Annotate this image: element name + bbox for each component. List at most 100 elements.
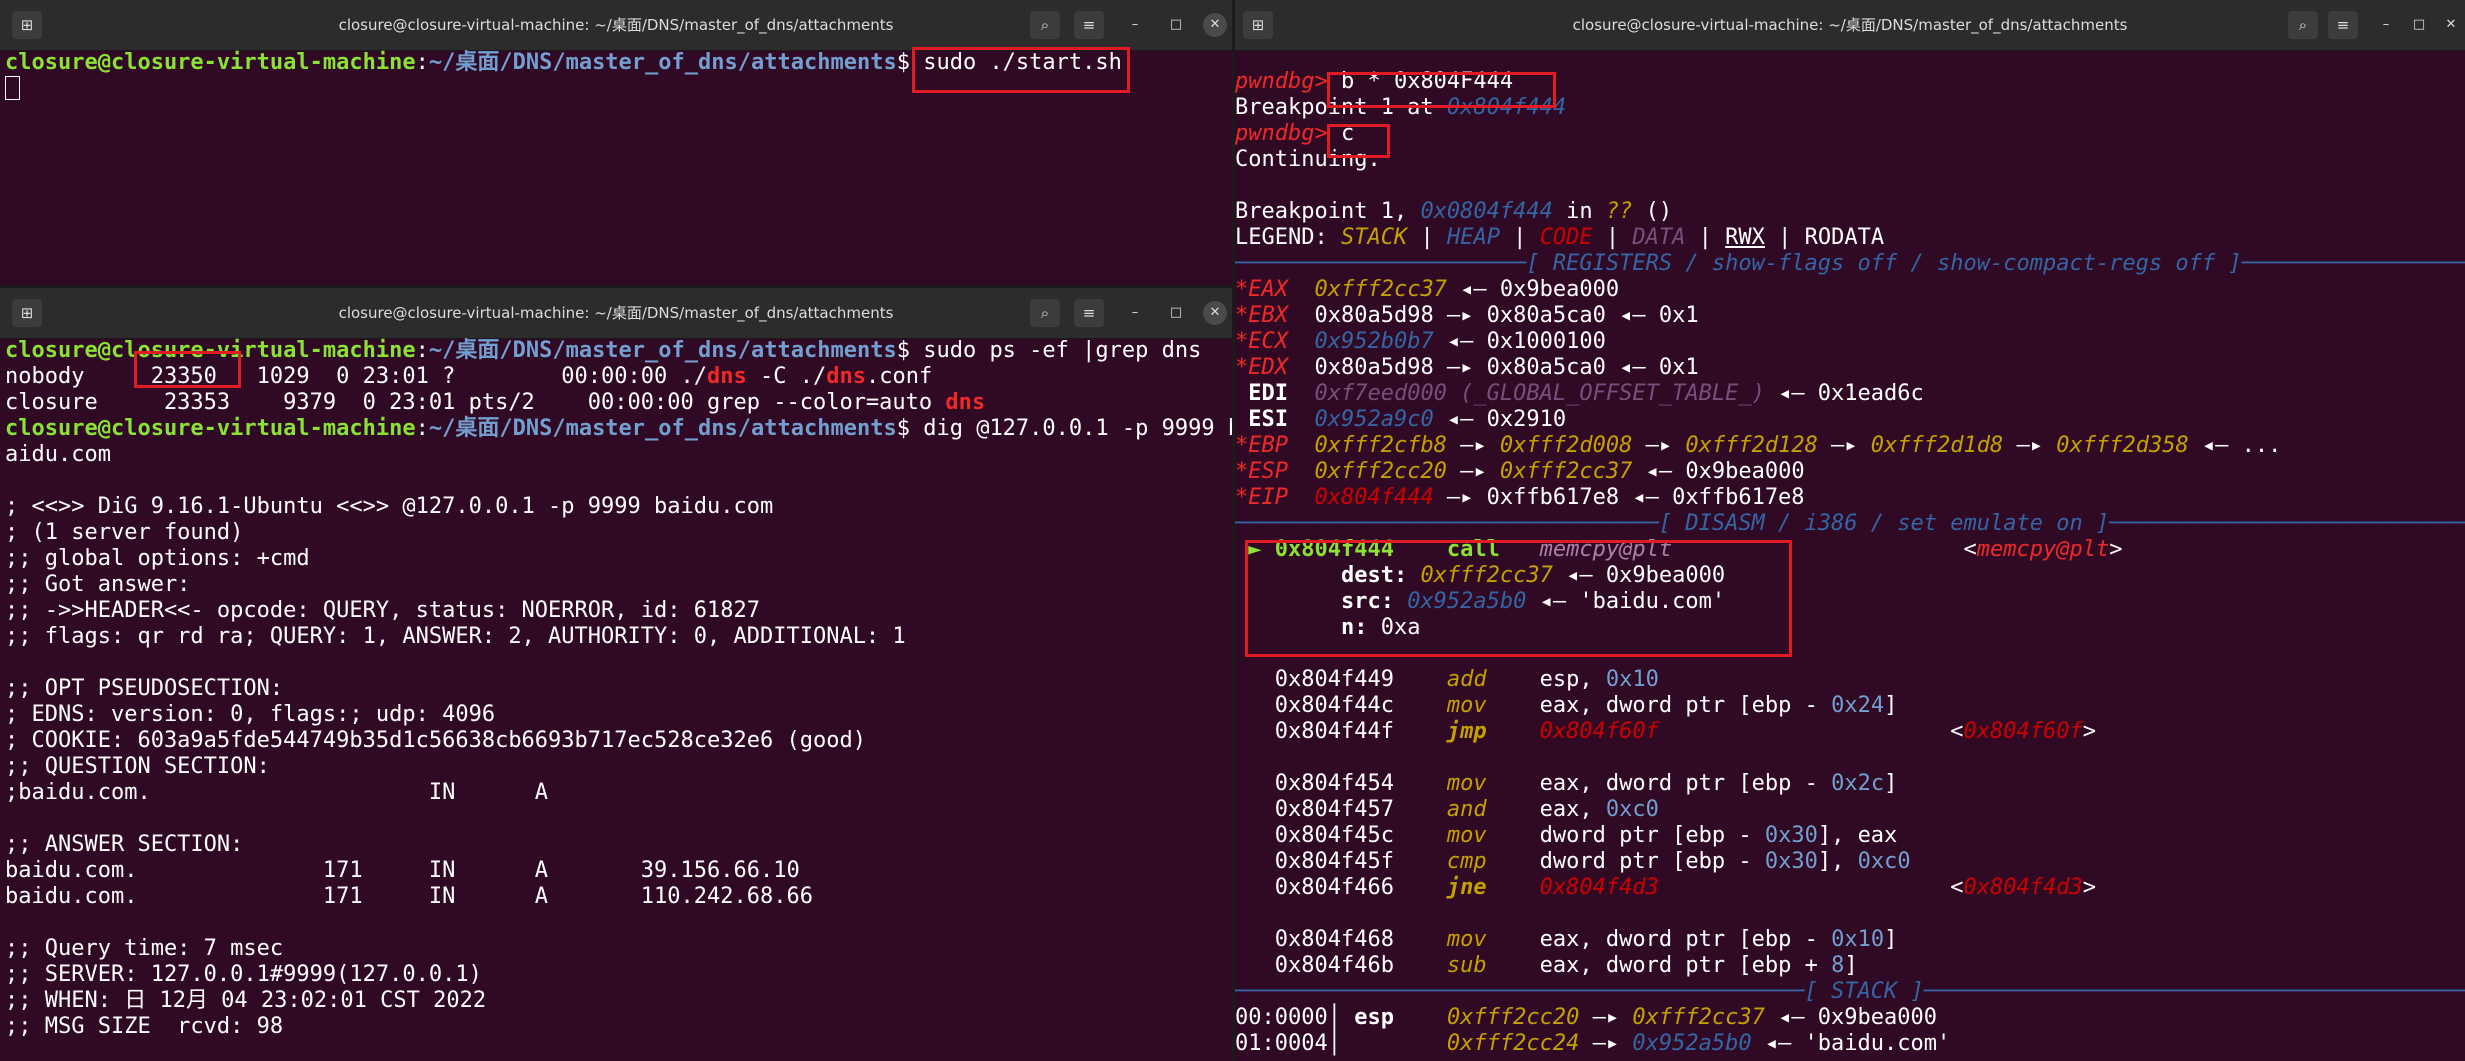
titlebar[interactable]: ⊞ closure@closure-virtual-machine: ~/桌面/… bbox=[1235, 0, 2465, 51]
minimize-icon[interactable]: – bbox=[1123, 301, 1147, 325]
dig-output: ; <<>> DiG 9.16.1-Ubuntu <<>> @127.0.0.1… bbox=[5, 494, 906, 1039]
pwndbg-segment: 0xfff2d008 bbox=[1499, 433, 1633, 458]
pwndbg-line: 0x804f44f jmp 0x804f60f <0x804f60f> bbox=[1235, 719, 2096, 744]
hamburger-menu-icon[interactable]: ≡ bbox=[1074, 11, 1104, 39]
pwndbg-segment: 0x804f44c bbox=[1235, 693, 1447, 718]
pwndbg-segment: ?? bbox=[1605, 199, 1633, 224]
close-icon[interactable]: ✕ bbox=[1203, 13, 1227, 37]
highlight-box-breakpoint-cmd bbox=[1327, 72, 1556, 108]
pwndbg-segment: - bbox=[1791, 693, 1832, 718]
dig-output-line: ;; MSG SIZE rcvd: 98 bbox=[5, 1014, 284, 1039]
pwndbg-segment: ebp bbox=[1751, 693, 1792, 718]
pwndbg-segment: —▸ bbox=[1579, 1031, 1633, 1056]
pwndbg-segment: *EIP bbox=[1235, 485, 1302, 510]
pwndbg-segment: 0x804f44f bbox=[1235, 719, 1447, 744]
pwndbg-segment: ebp bbox=[1685, 823, 1726, 848]
pwndbg-segment: 0x10 bbox=[1831, 927, 1885, 952]
pwndbg-segment: ◂— 0x1ead6c bbox=[1764, 381, 1924, 406]
titlebar[interactable]: ⊞ closure@closure-virtual-machine: ~/桌面/… bbox=[0, 288, 1232, 339]
pwndbg-segment: - bbox=[1725, 849, 1765, 874]
terminal-window-start[interactable]: ⊞ closure@closure-virtual-machine: ~/桌面/… bbox=[0, 0, 1232, 285]
pwndbg-segment: eax bbox=[1539, 927, 1580, 952]
pwndbg-segment: 0xf7eed000 (_GLOBAL_OFFSET_TABLE_) bbox=[1301, 381, 1765, 406]
dig-output-line: ;; flags: qr rd ra; QUERY: 1, ANSWER: 2,… bbox=[5, 624, 906, 649]
pwndbg-line: *ESP 0xfff2cc20 —▸ 0xfff2cc37 ◂— 0x9bea0… bbox=[1235, 459, 1805, 484]
maximize-icon[interactable]: □ bbox=[1164, 13, 1188, 37]
pwndbg-segment: 8 bbox=[1831, 953, 1845, 978]
dig-output-line: ;; global options: +cmd bbox=[5, 546, 310, 571]
pwndbg-segment: eax bbox=[1539, 771, 1580, 796]
pwndbg-segment: 0x804f457 bbox=[1235, 797, 1447, 822]
terminal-window-pwndbg[interactable]: ⊞ closure@closure-virtual-machine: ~/桌面/… bbox=[1235, 0, 2465, 1061]
close-icon[interactable]: ✕ bbox=[1203, 301, 1227, 325]
titlebar[interactable]: ⊞ closure@closure-virtual-machine: ~/桌面/… bbox=[0, 0, 1232, 51]
pwndbg-line: ESI 0x952a9c0 ◂— 0x2910 bbox=[1235, 407, 1566, 432]
pwndbg-segment: 0x952b0b7 bbox=[1301, 329, 1434, 354]
pwndbg-line: ────────────────────────────────────────… bbox=[1235, 979, 2465, 1004]
pwndbg-segment: LEGEND: bbox=[1235, 225, 1341, 250]
pwndbg-segment: pwndbg> bbox=[1235, 121, 1341, 146]
command-dig-wrap: aidu.com bbox=[5, 442, 111, 467]
dig-output-line: baidu.com. 171 IN A 110.242.68.66 bbox=[5, 884, 813, 909]
dig-output-line: ;baidu.com. IN A bbox=[5, 780, 549, 805]
grep-match: dns bbox=[945, 390, 986, 415]
pwndbg-segment: EDI bbox=[1235, 381, 1302, 406]
pwndbg-segment: 0x804f449 bbox=[1235, 667, 1447, 692]
pwndbg-line: ────────────────────────────────[ DISASM… bbox=[1235, 511, 2465, 536]
pwndbg-segment: *EDX bbox=[1235, 355, 1302, 380]
hamburger-menu-icon[interactable]: ≡ bbox=[1074, 299, 1104, 327]
pwndbg-segment: , dword ptr [ bbox=[1579, 953, 1752, 978]
close-icon[interactable]: ✕ bbox=[2439, 13, 2463, 37]
pwndbg-segment: pwndbg> bbox=[1235, 69, 1341, 94]
dig-output-line: ;; Got answer: bbox=[5, 572, 191, 597]
pwndbg-line: 00:0000│ esp 0xfff2cc20 —▸ 0xfff2cc37 ◂—… bbox=[1235, 1005, 1937, 1030]
pwndbg-segment: 0x80a5d98 —▸ 0x80a5ca0 ◂— 0x1 bbox=[1301, 303, 1699, 328]
maximize-icon[interactable]: □ bbox=[2407, 13, 2431, 37]
pwndbg-segment: 0x804f4d3 bbox=[1539, 875, 1659, 900]
grep-match: dns bbox=[707, 364, 747, 389]
dig-output-line: baidu.com. 171 IN A 39.156.66.10 bbox=[5, 858, 800, 883]
pwndbg-segment: 0xfff2cfb8 bbox=[1301, 433, 1447, 458]
pwndbg-segment: mov bbox=[1446, 927, 1540, 952]
prompt-user: closure@closure-virtual-machine bbox=[5, 50, 416, 75]
pwndbg-segment: ESI bbox=[1235, 407, 1302, 432]
pwndbg-line: 0x804f466 jne 0x804f4d3 <0x804f4d3> bbox=[1235, 875, 2096, 900]
pwndbg-segment: 0xfff2cc37 bbox=[1632, 1005, 1765, 1030]
pwndbg-segment: dword ptr [ bbox=[1539, 849, 1686, 874]
dig-output-line: ;; WHEN: 日 12月 04 23:02:01 CST 2022 bbox=[5, 988, 487, 1013]
pwndbg-segment: 0x0804f444 bbox=[1420, 199, 1553, 224]
hamburger-menu-icon[interactable]: ≡ bbox=[2328, 11, 2358, 39]
pwndbg-segment: *ESP bbox=[1235, 459, 1302, 484]
search-icon[interactable]: ⌕ bbox=[2288, 11, 2318, 39]
pwndbg-segment: 0x804f46b bbox=[1235, 953, 1447, 978]
pwndbg-segment: ◂— ... bbox=[2188, 433, 2282, 458]
search-icon[interactable]: ⌕ bbox=[1030, 299, 1060, 327]
pwndbg-segment: 0x952a5b0 bbox=[1632, 1031, 1752, 1056]
pwndbg-segment: ] bbox=[1884, 771, 1898, 796]
pwndbg-line: *EBP 0xfff2cfb8 —▸ 0xfff2d008 —▸ 0xfff2d… bbox=[1235, 433, 2281, 458]
pwndbg-segment: 0xc0 bbox=[1857, 849, 1911, 874]
pwndbg-segment: | bbox=[1592, 225, 1633, 250]
terminal-body[interactable]: closure@closure-virtual-machine:~/桌面/DNS… bbox=[0, 338, 1232, 1061]
command-ps: sudo ps -ef |grep dns bbox=[909, 338, 1202, 363]
pwndbg-line: *ECX 0x952b0b7 ◂— 0x1000100 bbox=[1235, 329, 1606, 354]
pwndbg-segment: 0xfff2cc20 bbox=[1407, 1005, 1580, 1030]
pwndbg-line: 0x804f46b sub eax, dword ptr [ebp + 8] bbox=[1235, 953, 1858, 978]
pwndbg-segment: 0x10 bbox=[1605, 667, 1659, 692]
highlight-box-command bbox=[912, 47, 1130, 93]
search-icon[interactable]: ⌕ bbox=[1030, 11, 1060, 39]
pwndbg-line: *EAX 0xfff2cc37 ◂— 0x9bea000 bbox=[1235, 277, 1619, 302]
minimize-icon[interactable]: – bbox=[1123, 13, 1147, 37]
terminal-window-dig[interactable]: ⊞ closure@closure-virtual-machine: ~/桌面/… bbox=[0, 288, 1232, 1061]
pwndbg-segment: | bbox=[1407, 225, 1447, 250]
pwndbg-segment: 0x952a9c0 bbox=[1301, 407, 1434, 432]
maximize-icon[interactable]: □ bbox=[1164, 301, 1188, 325]
prompt-user: closure@closure-virtual-machine bbox=[5, 416, 416, 441]
minimize-icon[interactable]: – bbox=[2374, 13, 2398, 37]
pwndbg-segment: - bbox=[1791, 771, 1832, 796]
pwndbg-line: ──────────────────────[ REGISTERS / show… bbox=[1235, 251, 2465, 276]
pwndbg-segment: —▸ bbox=[2003, 433, 2057, 458]
pwndbg-segment: ], bbox=[1817, 849, 1858, 874]
pwndbg-segment: 0xfff2cc37 bbox=[1301, 277, 1447, 302]
pwndbg-segment: | bbox=[1499, 225, 1540, 250]
